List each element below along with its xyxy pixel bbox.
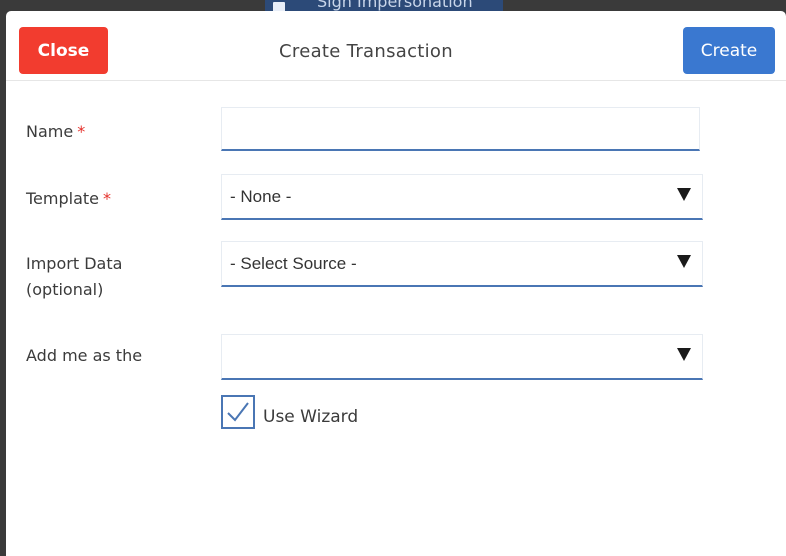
add-me-as-label: Add me as the xyxy=(26,346,143,365)
create-transaction-dialog: Close Create Transaction Create Name * Te… xyxy=(6,11,786,556)
import-data-label: Import Data (optional) xyxy=(26,251,122,303)
dialog-title: Create Transaction xyxy=(279,41,453,62)
name-input[interactable] xyxy=(221,107,700,151)
chevron-down-icon xyxy=(677,255,691,268)
use-wizard-checkbox[interactable] xyxy=(221,395,255,429)
name-label: Name * xyxy=(26,119,85,145)
chevron-down-icon xyxy=(677,348,691,361)
import-data-label-line2: (optional) xyxy=(26,280,104,299)
template-label: Template * xyxy=(26,186,111,212)
create-button[interactable]: Create xyxy=(683,27,775,74)
template-select[interactable]: - None - xyxy=(221,174,703,220)
template-required-mark: * xyxy=(103,189,112,208)
chevron-down-icon xyxy=(677,188,691,201)
import-data-label-line1: Import Data xyxy=(26,254,123,273)
dialog-header: Close Create Transaction Create xyxy=(6,11,786,81)
template-selected-value: - None - xyxy=(230,187,292,206)
template-label-text: Template xyxy=(26,189,100,208)
name-label-text: Name xyxy=(26,122,74,141)
import-source-select[interactable]: - Select Source - xyxy=(221,241,703,287)
use-wizard-label[interactable]: Use Wizard xyxy=(263,407,358,427)
import-source-selected-value: - Select Source - xyxy=(230,254,357,273)
background-button-label: Sign Impersonation xyxy=(317,0,473,11)
name-required-mark: * xyxy=(77,122,86,141)
checkmark-icon xyxy=(227,402,249,422)
add-me-as-select[interactable] xyxy=(221,334,703,380)
close-button[interactable]: Close xyxy=(19,27,108,74)
